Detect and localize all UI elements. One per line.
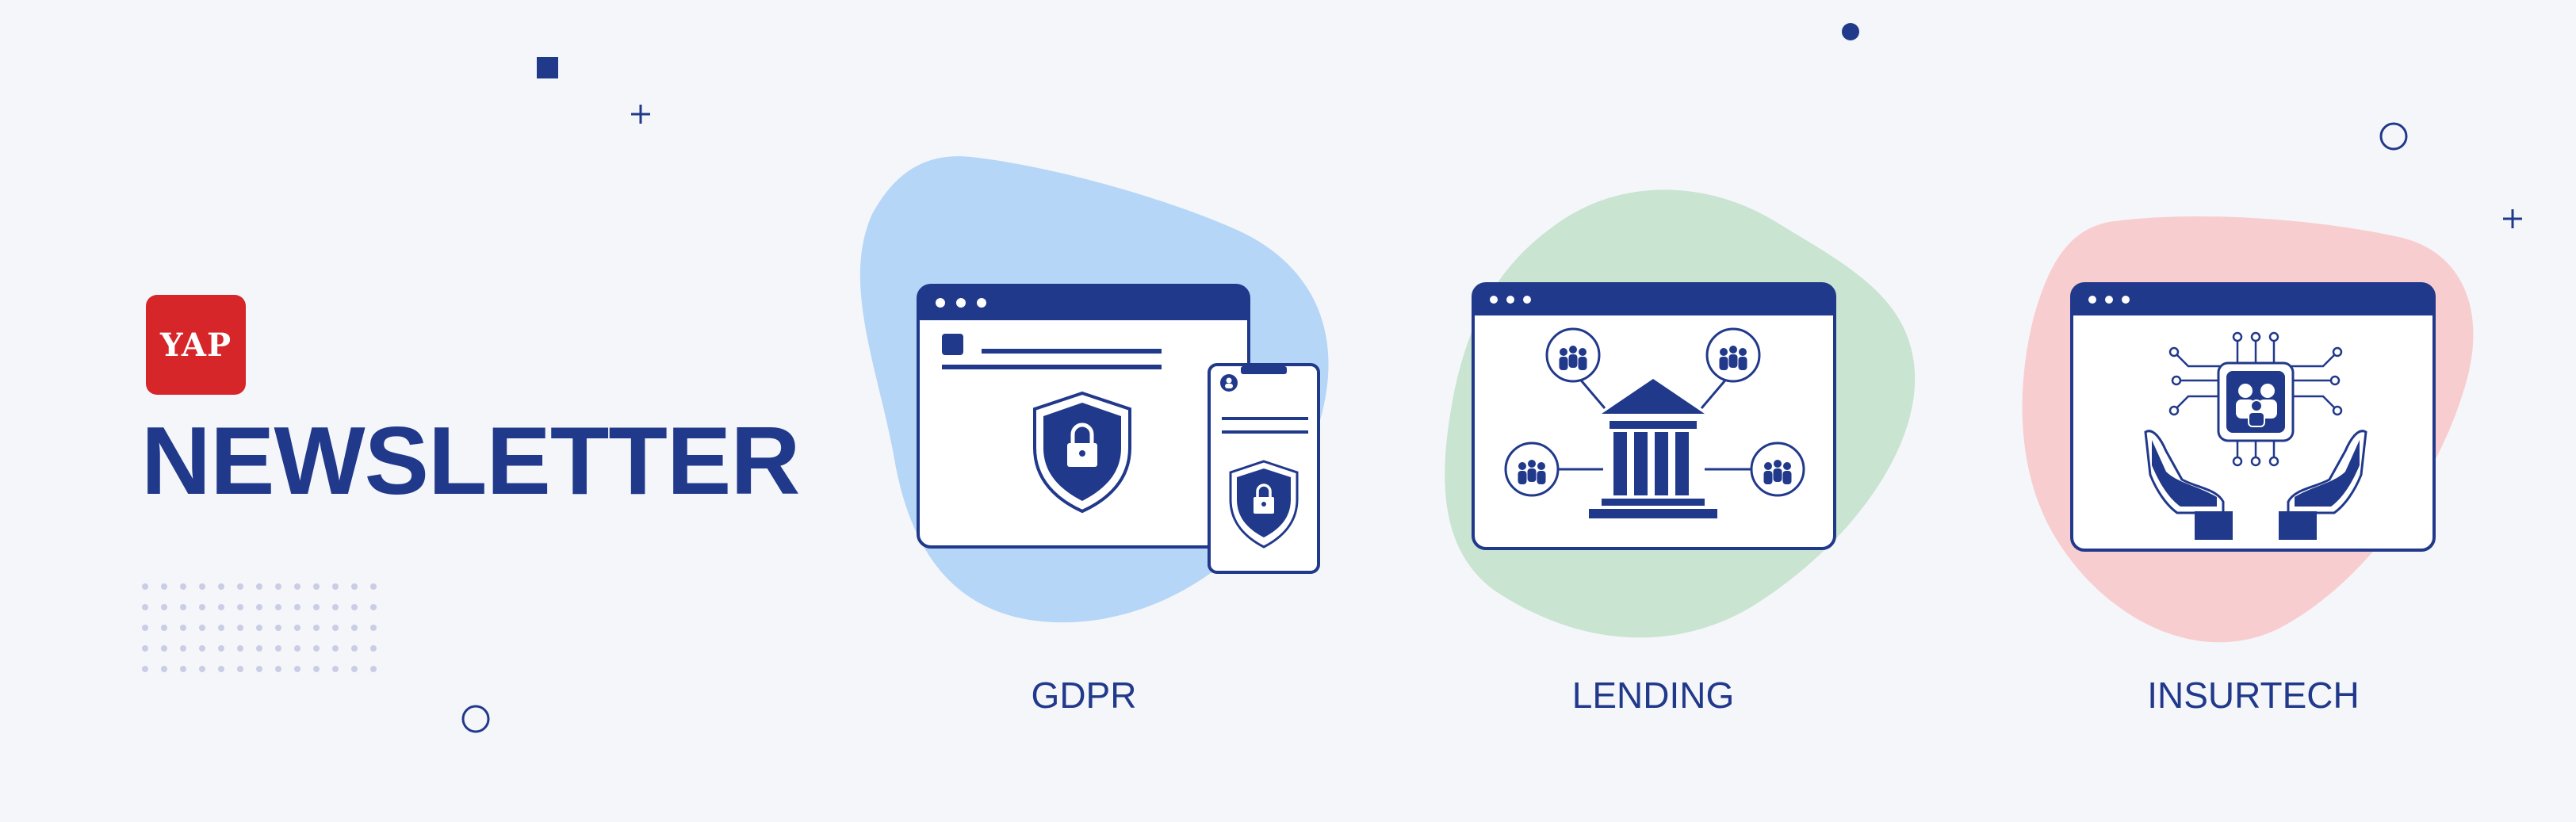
- browser-window: [2070, 282, 2436, 552]
- decor-grid-dot: [161, 604, 167, 610]
- decor-grid-dot: [351, 604, 358, 610]
- decor-grid-dot: [313, 645, 320, 652]
- decor-grid-dot: [313, 625, 320, 631]
- decor-plus-icon: [631, 105, 650, 124]
- decor-grid-dot: [313, 666, 320, 672]
- caption-insurtech: INSURTECH: [2147, 675, 2360, 716]
- decor-grid-dot: [218, 583, 224, 590]
- decor-grid-dot: [351, 645, 358, 652]
- decor-grid-dot: [256, 645, 262, 652]
- decor-dot: [1842, 23, 1859, 40]
- decor-grid-dot: [351, 583, 358, 590]
- decor-grid-dot: [199, 583, 205, 590]
- gdpr-illustration: [859, 156, 1329, 623]
- family-chip-icon: [2217, 361, 2295, 442]
- decor-grid-dot: [332, 666, 339, 672]
- decor-grid-dot: [142, 583, 148, 590]
- decor-grid-dot: [370, 583, 377, 590]
- decor-grid-dot: [180, 666, 186, 672]
- decor-grid-dot: [256, 625, 262, 631]
- decor-plus-icon: [2503, 209, 2522, 228]
- insurtech-illustration: [2022, 216, 2474, 643]
- decor-grid-dot: [370, 604, 377, 610]
- decor-grid-dot: [275, 625, 281, 631]
- decor-grid-dot: [351, 666, 358, 672]
- decor-grid-dot: [313, 583, 320, 590]
- decor-grid-dot: [218, 604, 224, 610]
- decor-grid-dot: [218, 625, 224, 631]
- decor-grid-dot: [180, 625, 186, 631]
- caption-gdpr: GDPR: [1031, 675, 1137, 716]
- decor-grid-dot: [256, 604, 262, 610]
- yap-logo: YAP: [146, 295, 246, 395]
- decor-grid-dot: [180, 604, 186, 610]
- newsletter-banner: YAP NEWSLETTER GDPR LENDING INSURTECH: [0, 0, 2576, 822]
- decor-grid-dot: [351, 625, 358, 631]
- decor-grid-dot: [161, 583, 167, 590]
- decor-grid-dot: [275, 666, 281, 672]
- decor-grid-dot: [180, 583, 186, 590]
- decor-grid-dot: [142, 604, 148, 610]
- decor-grid-dot: [218, 666, 224, 672]
- browser-window: [917, 284, 1250, 549]
- decor-grid-dot: [161, 666, 167, 672]
- decor-grid-dot: [142, 645, 148, 652]
- logo-text: YAP: [159, 326, 232, 364]
- decor-ring: [461, 705, 490, 733]
- decor-grid-dot: [180, 645, 186, 652]
- decor-grid-dot: [142, 666, 148, 672]
- people-group-icon: [1545, 327, 1601, 383]
- decor-grid-dot: [332, 604, 339, 610]
- decor-grid-dot: [294, 625, 300, 631]
- decor-grid-dot: [332, 645, 339, 652]
- decor-grid-dot: [370, 625, 377, 631]
- decor-grid-dot: [370, 666, 377, 672]
- decor-grid-dot: [370, 645, 377, 652]
- decor-grid-dot: [256, 583, 262, 590]
- decor-grid-dot: [237, 666, 243, 672]
- decor-grid-dot: [199, 645, 205, 652]
- people-group-icon: [1504, 442, 1560, 497]
- decor-grid-dot: [294, 583, 300, 590]
- decor-grid-dot: [199, 604, 205, 610]
- decor-grid-dot: [161, 625, 167, 631]
- decor-grid-dot: [237, 645, 243, 652]
- decor-grid-dot: [237, 583, 243, 590]
- decor-grid-dot: [332, 625, 339, 631]
- decor-grid-dot: [294, 604, 300, 610]
- phone-frame: [1208, 363, 1320, 574]
- decor-grid-dot: [218, 645, 224, 652]
- decor-grid-dot: [332, 583, 339, 590]
- decor-square: [537, 57, 558, 78]
- lending-illustration: [1445, 189, 1916, 638]
- decor-grid-dot: [237, 604, 243, 610]
- people-group-icon: [1705, 327, 1761, 383]
- browser-window: [1472, 282, 1836, 550]
- decor-grid-dot: [142, 625, 148, 631]
- decor-grid-dot: [275, 604, 281, 610]
- decor-grid-dot: [237, 625, 243, 631]
- decor-grid-dot: [294, 666, 300, 672]
- decor-grid-dot: [199, 666, 205, 672]
- decor-grid-dot: [275, 583, 281, 590]
- decor-dot-grid: [142, 583, 377, 672]
- newsletter-title: NEWSLETTER: [141, 407, 800, 514]
- decor-grid-dot: [256, 666, 262, 672]
- decor-grid-dot: [313, 604, 320, 610]
- decor-grid-dot: [199, 625, 205, 631]
- decor-grid-dot: [294, 645, 300, 652]
- caption-lending: LENDING: [1571, 675, 1735, 716]
- decor-ring: [2379, 122, 2408, 151]
- people-group-icon: [1750, 442, 1805, 497]
- decor-grid-dot: [161, 645, 167, 652]
- decor-grid-dot: [275, 645, 281, 652]
